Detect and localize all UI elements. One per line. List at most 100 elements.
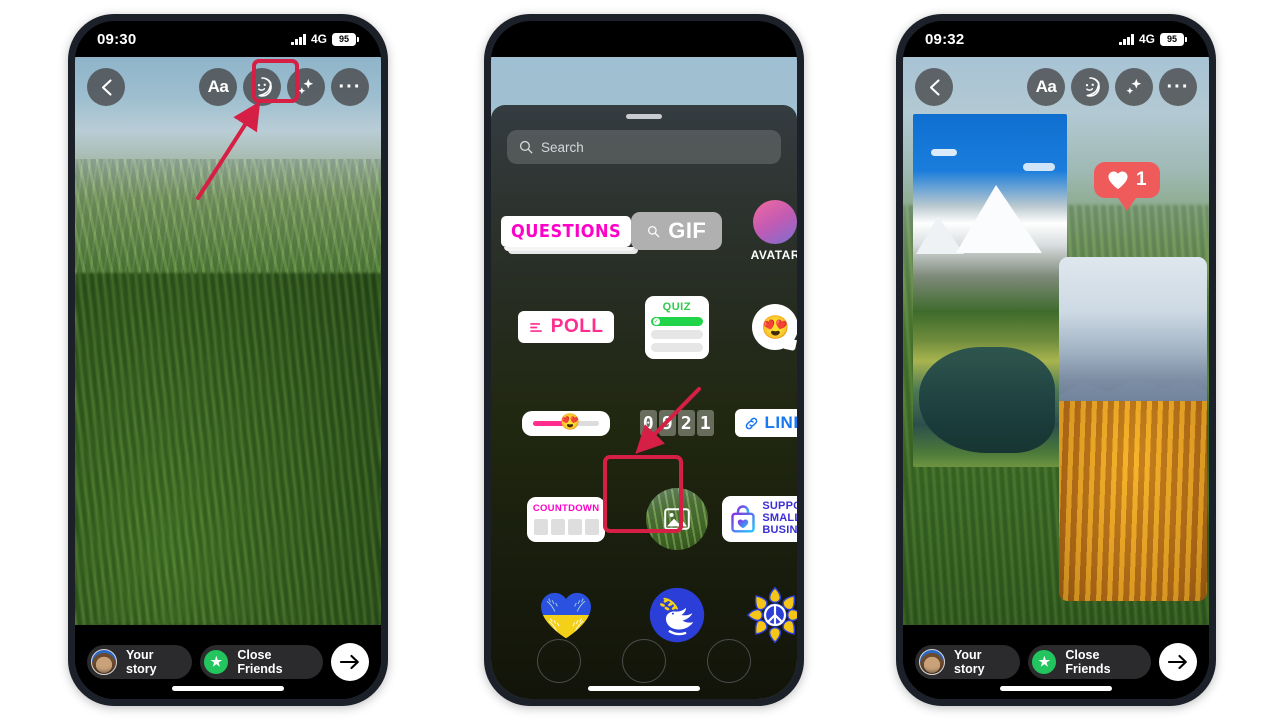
sticker-tool-button[interactable] xyxy=(1071,68,1109,106)
status-bar-1: 09:30 4G 95 xyxy=(75,21,381,57)
sticker-emoji-slider[interactable]: 😍 xyxy=(501,382,631,464)
quiz-option xyxy=(650,329,703,339)
peace-sunflower-icon xyxy=(747,586,797,644)
mountain-peak xyxy=(956,184,1043,253)
send-button[interactable] xyxy=(331,643,369,681)
sparkles-icon xyxy=(298,78,314,95)
close-friends-button[interactable]: ★ Close Friends xyxy=(1028,645,1151,679)
status-indicators: 4G 95 xyxy=(291,32,359,46)
search-icon xyxy=(648,225,660,237)
slider-knob-emoji: 😍 xyxy=(560,414,581,431)
quiz-option xyxy=(650,342,703,352)
peace-dove-icon xyxy=(649,587,704,643)
phone-1-screen: 09:30 4G 95 Aa ··· Your story ★ Close Fr… xyxy=(75,21,381,699)
signal-bars-icon xyxy=(1119,33,1134,45)
emoji-slider-card: 😍 xyxy=(522,410,611,436)
signal-bars-icon xyxy=(291,33,306,45)
sticker-partial[interactable] xyxy=(537,639,582,683)
ssb-text: SUPPORT SMALL BUSINESS xyxy=(762,500,797,537)
status-time: 09:32 xyxy=(925,30,965,48)
sticker-link[interactable]: LINK xyxy=(722,382,797,464)
phone-2: Search QUESTIONS GIF AVATAR POLL QUIZ ✓ … xyxy=(484,14,804,706)
search-input[interactable]: Search xyxy=(507,130,781,164)
avatar xyxy=(91,649,117,675)
autumn-tree-canopy xyxy=(1059,401,1207,601)
quiz-option-correct: ✓ xyxy=(650,316,703,326)
ukraine-heart-icon xyxy=(541,592,592,639)
sticker-photo[interactable] xyxy=(631,478,722,560)
home-indicator xyxy=(1000,686,1112,691)
link-chip: LINK xyxy=(735,409,797,437)
emoji-glyph: 😍 xyxy=(760,313,790,340)
counter-digits: 0 9 2 1 xyxy=(639,410,714,436)
counter-digit: 9 xyxy=(658,410,676,436)
ssb-card: SUPPORT SMALL BUSINESS xyxy=(722,496,797,542)
sticker-emoji-reaction[interactable]: 😍 xyxy=(722,286,797,368)
sheet-drag-handle[interactable] xyxy=(626,114,662,119)
quiz-card: QUIZ ✓ xyxy=(644,295,709,359)
battery-icon: 95 xyxy=(332,32,359,46)
shopping-bag-heart-icon xyxy=(731,505,756,533)
photo-sticker-autumn-forest[interactable] xyxy=(1059,257,1207,601)
sticker-questions[interactable]: QUESTIONS xyxy=(501,190,639,272)
effects-tool-button[interactable] xyxy=(287,68,325,106)
close-friends-label: Close Friends xyxy=(1065,648,1111,676)
phone-3-screen: 1 09:32 4G 95 Aa ··· Your story ★ Close … xyxy=(903,21,1209,699)
countdown-box xyxy=(584,518,599,535)
emoji-reaction-bubble: 😍 xyxy=(752,304,797,350)
avatar-gradient-circle xyxy=(753,200,797,244)
poll-chip: POLL xyxy=(517,311,615,343)
back-button[interactable] xyxy=(87,68,125,106)
text-tool-label: Aa xyxy=(207,77,229,96)
arrow-right-icon xyxy=(340,654,359,670)
sticker-poll[interactable]: POLL xyxy=(501,286,631,368)
phone-3: 1 09:32 4G 95 Aa ··· Your story ★ Close … xyxy=(896,14,1216,706)
toolbar-right-group: Aa ··· xyxy=(1027,68,1197,106)
screenshot-canvas: 09:30 4G 95 Aa ··· Your story ★ Close Fr… xyxy=(0,0,1280,720)
your-story-button[interactable]: Your story xyxy=(915,645,1021,679)
avatar-sticker-wrap: AVATAR xyxy=(751,200,797,262)
text-tool-button[interactable]: Aa xyxy=(199,68,237,106)
like-badge[interactable]: 1 xyxy=(1094,162,1160,198)
network-label: 4G xyxy=(1138,32,1155,46)
sticker-tool-button[interactable] xyxy=(243,68,281,106)
counter-digit: 0 xyxy=(639,410,657,436)
sticker-support-small-business[interactable]: SUPPORT SMALL BUSINESS xyxy=(722,478,797,560)
your-story-label: Your story xyxy=(126,648,157,676)
back-button[interactable] xyxy=(915,68,953,106)
battery-level: 95 xyxy=(1160,32,1184,46)
sticker-countdown[interactable]: COUNTDOWN xyxy=(501,478,631,560)
send-button[interactable] xyxy=(1159,643,1197,681)
your-story-button[interactable]: Your story xyxy=(87,645,193,679)
avatar-label: AVATAR xyxy=(750,248,797,262)
sticker-partial[interactable] xyxy=(706,639,751,683)
phone-1: 09:30 4G 95 Aa ··· Your story ★ Close Fr… xyxy=(68,14,388,706)
sticker-partial[interactable] xyxy=(621,639,666,683)
counter-digit: 1 xyxy=(696,410,714,436)
questions-label: QUESTIONS xyxy=(501,215,639,254)
sticker-countdown-clock[interactable]: 0 9 2 1 xyxy=(631,382,722,464)
link-label: LINK xyxy=(764,413,797,432)
close-friends-button[interactable]: ★ Close Friends xyxy=(200,645,323,679)
story-toolbar-1: Aa ··· xyxy=(87,67,369,107)
photo-sticker-thumb xyxy=(645,488,708,550)
phone-2-screen: Search QUESTIONS GIF AVATAR POLL QUIZ ✓ … xyxy=(491,21,797,699)
sticker-avatar[interactable]: AVATAR xyxy=(722,190,797,272)
status-time: 09:30 xyxy=(97,30,137,48)
battery-nub xyxy=(1185,36,1187,42)
photo-sticker-mountain[interactable] xyxy=(913,114,1067,467)
story-toolbar-3: Aa ··· xyxy=(915,67,1197,107)
sticker-quiz[interactable]: QUIZ ✓ xyxy=(631,286,722,368)
countdown-box xyxy=(550,518,565,535)
more-options-button[interactable]: ··· xyxy=(1159,68,1197,106)
cloud xyxy=(1022,163,1055,172)
more-options-button[interactable]: ··· xyxy=(331,68,369,106)
text-tool-button[interactable]: Aa xyxy=(1027,68,1065,106)
link-icon xyxy=(746,417,758,429)
sticker-gif[interactable]: GIF xyxy=(631,190,723,272)
poll-bars-icon xyxy=(529,322,542,332)
lake-reflection xyxy=(919,347,1055,453)
effects-tool-button[interactable] xyxy=(1115,68,1153,106)
search-icon xyxy=(519,140,533,154)
close-friends-label: Close Friends xyxy=(237,648,283,676)
